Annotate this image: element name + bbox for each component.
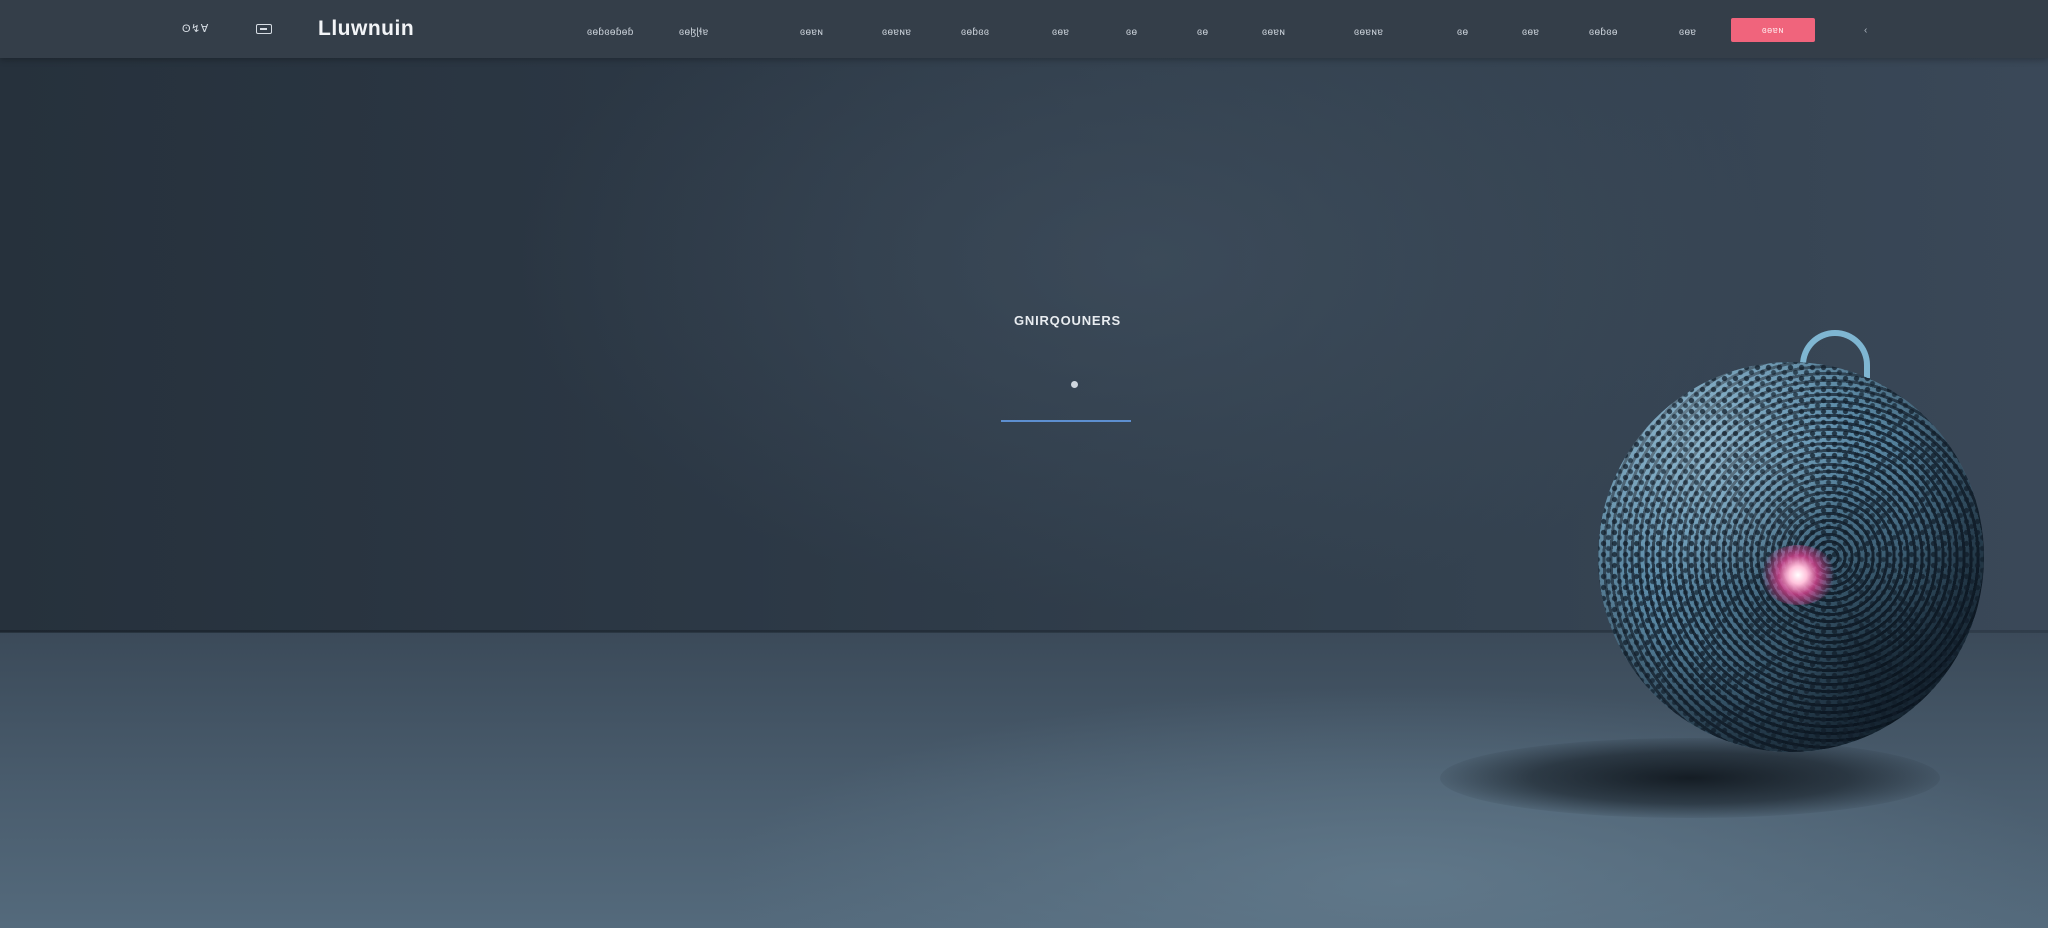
nav-link-11[interactable]: ɞɵ [1457, 27, 1468, 38]
nav-link-2[interactable]: ɞɵɮɭɬɐ [679, 27, 709, 38]
nav-link-5[interactable]: ɞɵɓɞɞ [961, 27, 989, 38]
nav-link-13[interactable]: ɞɵɓɞɵ [1589, 27, 1618, 38]
cta-button[interactable]: ɞɵɐɴ [1731, 18, 1815, 42]
nav-link-6[interactable]: ɞɵɐ [1052, 27, 1069, 38]
nav-link-4[interactable]: ɞɵɐɴɐ [882, 27, 911, 38]
nav-link-9[interactable]: ɞɵɐɴ [1262, 27, 1285, 38]
nav-link-7[interactable]: ɞɵ [1126, 27, 1137, 38]
nav-link-8[interactable]: ɞɵ [1197, 27, 1208, 38]
hero-dot-indicator [1071, 381, 1078, 388]
nav-link-3[interactable]: ɞɵɐɴ [800, 27, 823, 38]
sphere-shadow [1440, 738, 1940, 818]
hero-title: GNIRQOUNERS [1013, 313, 1122, 328]
chevron-left-icon[interactable]: ‹ [1864, 25, 1867, 36]
top-navbar: ʘ↯Ɐ Lluwnuin ɞɵɓɞɵɓɵɓ ɞɵɮɭɬɐ ɞɵɐɴ ɞɵɐɴɐ … [0, 0, 2048, 58]
page: ʘ↯Ɐ Lluwnuin ɞɵɓɞɵɓɵɓ ɞɵɮɭɬɐ ɞɵɐɴ ɞɵɐɴɐ … [0, 0, 2048, 928]
nav-link-14[interactable]: ɞɵɐ [1679, 27, 1696, 38]
nav-link-10[interactable]: ɞɵɐɴɐ [1354, 27, 1383, 38]
hero-underline [1001, 420, 1131, 422]
sphere-glow-light [1760, 545, 1836, 605]
nav-link-12[interactable]: ɞɵɐ [1522, 27, 1539, 38]
nav-link-1[interactable]: ɞɵɓɞɵɓɵɓ [587, 27, 634, 38]
